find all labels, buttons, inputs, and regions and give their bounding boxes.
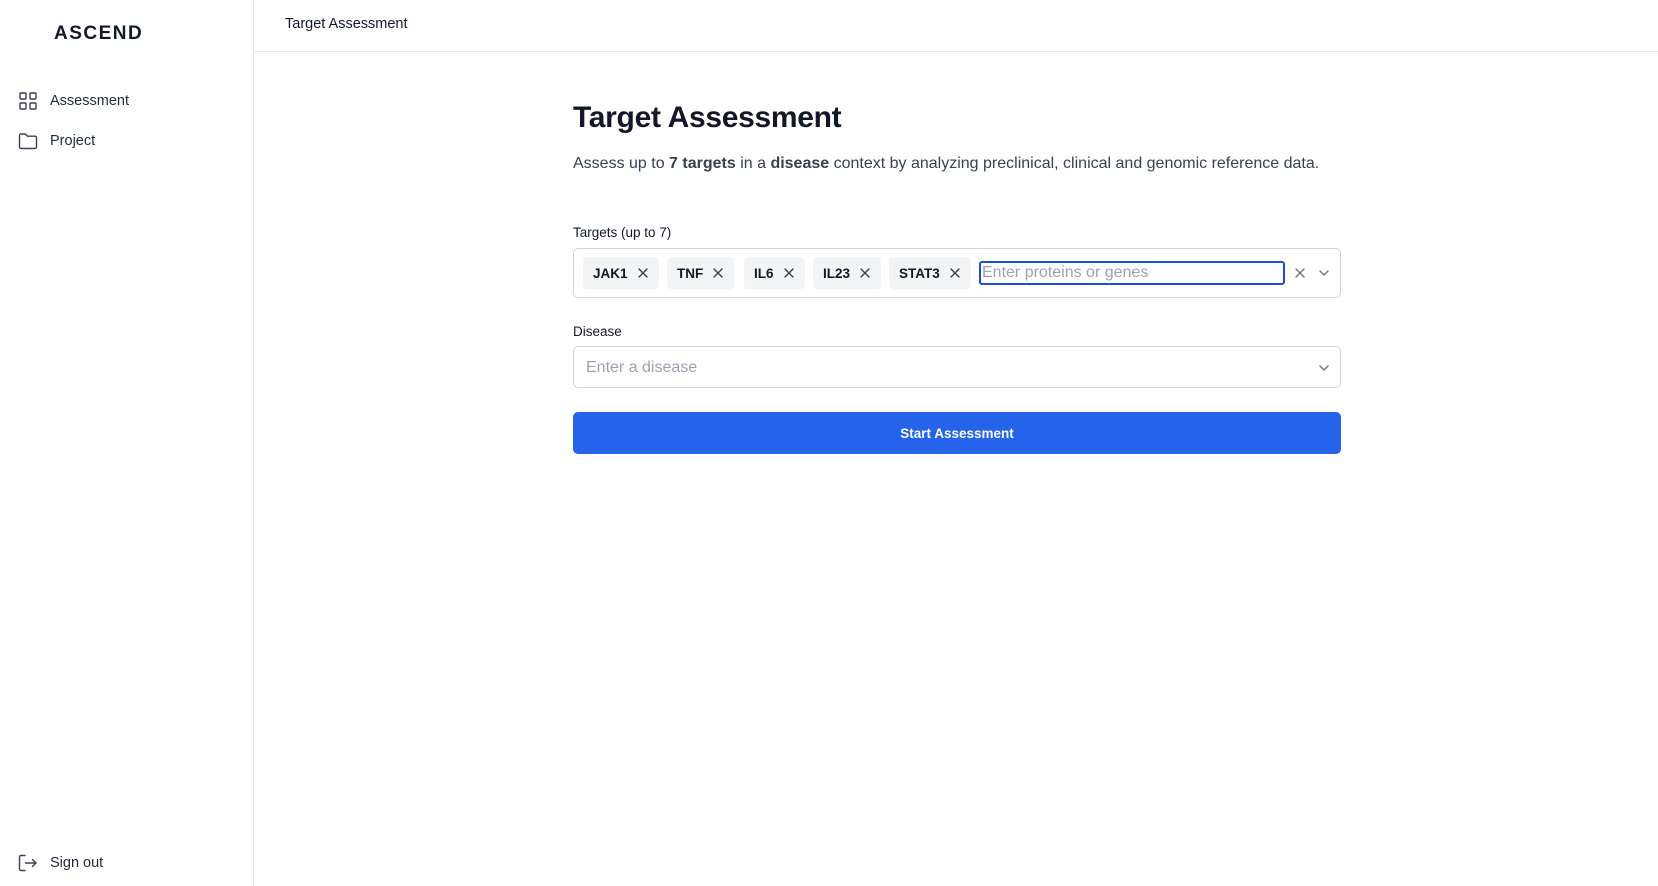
chip-label: IL6	[754, 265, 774, 281]
page-title: Target Assessment	[573, 101, 842, 134]
grid-icon	[18, 91, 38, 111]
folder-icon	[18, 131, 38, 151]
target-chip-il6: IL6	[744, 257, 805, 289]
main-content: Target Assessment Assess up to 7 targets…	[573, 98, 1341, 454]
targets-multiselect[interactable]: JAK1 TNF IL6 IL23 STAT3	[573, 248, 1341, 298]
page-description: Assess up to 7 targets in a disease cont…	[573, 153, 1341, 175]
sidebar-item-project[interactable]: Project	[18, 127, 95, 155]
target-chip-il23: IL23	[813, 257, 882, 289]
chip-label: TNF	[677, 265, 704, 281]
chevron-down-icon[interactable]	[1318, 363, 1330, 373]
close-icon[interactable]	[637, 267, 649, 279]
close-icon[interactable]	[783, 267, 795, 279]
target-chip-stat3: STAT3	[889, 257, 971, 289]
description-text: in a	[735, 155, 771, 172]
breadcrumb: Target Assessment	[285, 16, 408, 32]
description-bold-disease: disease	[770, 155, 830, 172]
disease-select[interactable]	[573, 346, 1341, 388]
description-text: Assess up to	[573, 155, 670, 172]
chip-label: JAK1	[593, 265, 628, 281]
targets-search-input[interactable]	[979, 261, 1285, 285]
description-text: context by analyzing preclinical, clinic…	[829, 155, 1320, 172]
close-icon[interactable]	[949, 267, 961, 279]
sign-out-button[interactable]: Sign out	[18, 849, 103, 877]
close-icon[interactable]	[859, 267, 871, 279]
disease-input[interactable]	[586, 356, 1286, 380]
target-chip-jak1: JAK1	[583, 257, 659, 289]
target-chip-tnf: TNF	[667, 257, 735, 289]
sidebar-item-label: Project	[50, 133, 96, 149]
top-bar: Target Assessment	[254, 0, 1658, 52]
chevron-down-icon[interactable]	[1318, 268, 1330, 278]
sign-out-label: Sign out	[50, 855, 104, 871]
disease-label: Disease	[573, 324, 622, 339]
chip-label: IL23	[823, 265, 851, 281]
app-logo: ASCEND	[54, 23, 144, 44]
sidebar-item-assessment[interactable]: Assessment	[18, 87, 129, 115]
description-bold-targets: 7 targets	[669, 155, 736, 172]
clear-icon[interactable]	[1294, 267, 1306, 279]
targets-label: Targets (up to 7)	[573, 225, 672, 240]
chip-label: STAT3	[899, 265, 940, 281]
sidebar-item-label: Assessment	[50, 93, 129, 109]
sign-out-icon	[18, 853, 38, 873]
close-icon[interactable]	[712, 267, 724, 279]
start-assessment-button[interactable]: Start Assessment	[573, 412, 1341, 454]
sidebar: ASCEND Assessment Project Sign out	[0, 0, 254, 886]
